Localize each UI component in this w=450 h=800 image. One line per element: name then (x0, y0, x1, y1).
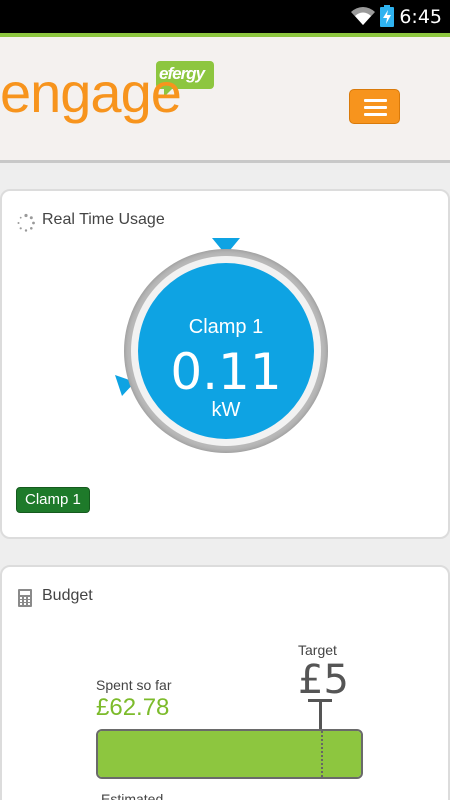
clamp-1-button[interactable]: Clamp 1 (16, 487, 90, 513)
battery-charging-icon (380, 5, 394, 32)
budget-title: Budget (42, 587, 93, 604)
calculator-icon (18, 589, 32, 612)
budget-progress-bar (96, 729, 363, 779)
app-header: efergy engage (0, 33, 450, 163)
budget-card: Budget Target £5 Spent so far £62.78 Est… (0, 565, 450, 800)
estimated-label: Estimated (101, 791, 164, 800)
realtime-usage-card: Real Time Usage Clamp 1 0.11 kW Clamp 1 (0, 189, 450, 539)
realtime-title: Real Time Usage (42, 211, 165, 228)
loading-spinner-icon (16, 213, 36, 238)
status-bar: 6:45 (0, 0, 450, 33)
wifi-icon (350, 6, 376, 31)
gauge-face: Clamp 1 0.11 kW (138, 263, 314, 439)
spent-value: £62.78 (96, 694, 170, 721)
status-time: 6:45 (399, 6, 442, 28)
budget-target-line (321, 731, 323, 777)
gauge-label: Clamp 1 (188, 316, 264, 338)
gauge-unit: kW (211, 399, 241, 421)
usage-gauge: Clamp 1 0.11 kW (124, 249, 328, 453)
target-marker-stem (319, 702, 322, 731)
gauge-value: 0.11 (170, 343, 282, 401)
spent-label: Spent so far (96, 677, 172, 693)
target-label: Target (298, 642, 337, 658)
target-value: £5 (298, 657, 349, 703)
menu-button[interactable] (349, 89, 400, 124)
logo-word: engage (0, 61, 182, 124)
